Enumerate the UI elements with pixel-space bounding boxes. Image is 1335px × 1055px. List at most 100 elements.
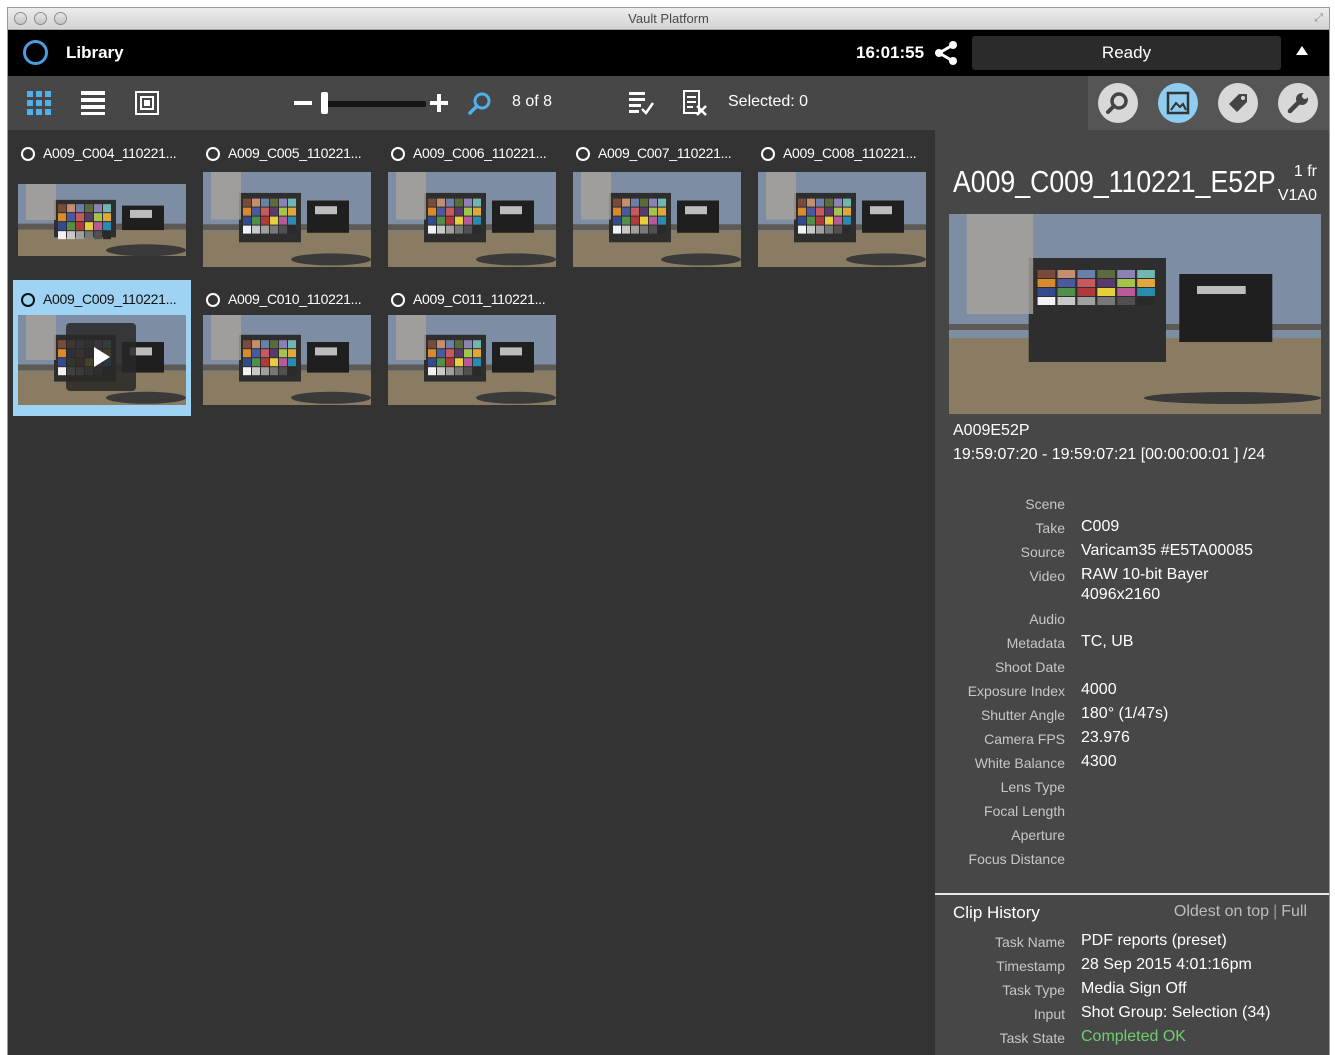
clip-tile[interactable]: A009_C008_110221... [753, 134, 931, 270]
clip-thumbnail[interactable] [388, 172, 556, 267]
search-icon[interactable] [468, 91, 492, 115]
clip-history-title: Clip History [953, 903, 1040, 922]
grid-view-icon[interactable] [27, 91, 51, 115]
history-mode-toggle[interactable]: Full [1281, 903, 1307, 920]
history-value: Completed OK [1081, 1028, 1186, 1045]
clip-thumbnail[interactable] [758, 172, 926, 267]
clip-tile[interactable]: A009_C007_110221... [568, 134, 746, 270]
metadata-value-text: RAW 10-bit Bayer [1081, 566, 1209, 583]
clip-grid: A009_C004_110221... A009_C005_110221... A0… [8, 130, 935, 1055]
metadata-row: Take C009 [935, 516, 1329, 540]
clip-preview[interactable] [949, 214, 1321, 414]
metadata-row: Shutter Angle 180° (1/47s) [935, 703, 1329, 727]
history-list: Task Name PDF reports (preset) Timestamp 28… [935, 930, 1329, 1050]
inspector-view-button[interactable] [1158, 83, 1198, 123]
frame-count: 1 fr [1293, 163, 1317, 180]
detail-view-icon[interactable] [135, 91, 159, 115]
clip-name: A009_C008_110221... [783, 145, 917, 161]
clip-thumbnail[interactable] [18, 184, 186, 256]
wrench-icon [1287, 93, 1308, 114]
metadata-row: Aperture [935, 823, 1329, 847]
metadata-value: 4300 [1081, 752, 1117, 772]
clip-tile[interactable]: A009_C006_110221... [383, 134, 561, 270]
history-row: Task Type Media Sign Off [935, 978, 1329, 1002]
metadata-key: Exposure Index [967, 683, 1065, 699]
metadata-value-text: 180° (1/47s) [1081, 705, 1169, 722]
clip-select-radio[interactable] [206, 147, 220, 161]
inspect-search-button[interactable] [1098, 83, 1138, 123]
clip-inspector: A009_C009_110221_E52P 1 fr V1A0 A009E52P… [935, 130, 1329, 1055]
metadata-value-text: Varicam35 #E5TA00085 [1081, 542, 1253, 559]
metadata-list: Scene Take C009 Source Varicam35 #E5TA00085 V… [935, 492, 1329, 871]
clip-select-radio[interactable] [576, 147, 590, 161]
share-icon[interactable] [933, 40, 959, 66]
fullscreen-icon[interactable]: ⤢ [1314, 12, 1323, 25]
metadata-row: Video RAW 10-bit Bayer 4096x2160 [935, 564, 1329, 607]
clip-name: A009_C009_110221... [43, 291, 177, 307]
zoom-slider-track[interactable] [326, 101, 426, 107]
tags-button[interactable] [1218, 83, 1258, 123]
metadata-key: Video [1029, 568, 1065, 584]
clip-thumbnail[interactable] [203, 172, 371, 267]
clip-name: A009_C010_110221... [228, 291, 362, 307]
clip-tile[interactable]: A009_C010_110221... [198, 280, 376, 416]
metadata-value: C009 [1081, 517, 1119, 537]
expand-up-icon[interactable] [1296, 46, 1308, 55]
panel-switcher [1088, 76, 1329, 130]
metadata-row: Shoot Date [935, 655, 1329, 679]
metadata-row: Lens Type [935, 775, 1329, 799]
metadata-key: Lens Type [1000, 779, 1065, 795]
history-key: Timestamp [996, 958, 1065, 974]
clip-select-radio[interactable] [761, 147, 775, 161]
status-indicator[interactable]: Ready [972, 36, 1281, 70]
app-window: Vault Platform ⤢ Library 16:01:55 Ready [7, 7, 1330, 1055]
clip-select-radio[interactable] [391, 147, 405, 161]
zoom-in-icon[interactable] [430, 94, 448, 112]
history-order-toggle[interactable]: Oldest on top [1174, 903, 1269, 920]
select-all-icon[interactable] [628, 90, 654, 116]
metadata-row: White Balance 4300 [935, 751, 1329, 775]
zoom-slider-handle[interactable] [321, 92, 328, 114]
clip-thumbnail[interactable] [203, 315, 371, 405]
clock: 16:01:55 [856, 43, 925, 62]
zoom-out-icon[interactable] [294, 101, 312, 106]
metadata-row: Scene [935, 492, 1329, 516]
metadata-row: Metadata TC, UB [935, 631, 1329, 655]
metadata-value: 4000 [1081, 680, 1117, 700]
selected-count: Selected: 0 [728, 93, 809, 110]
clip-tile[interactable]: A009_C004_110221... [13, 134, 191, 270]
clip-thumbnail[interactable] [18, 315, 186, 405]
clip-frame-info: 1 fr V1A0 [1278, 160, 1317, 208]
clip-select-radio[interactable] [391, 293, 405, 307]
play-button[interactable] [66, 323, 136, 391]
clip-name: A009_C004_110221... [43, 145, 177, 161]
title-bar: Vault Platform ⤢ [8, 8, 1329, 30]
history-key: Task Name [994, 934, 1065, 950]
history-key: Task Type [1002, 982, 1065, 998]
clip-thumbnail[interactable] [388, 315, 556, 405]
clip-tile[interactable]: A009_C011_110221... [383, 280, 561, 416]
clip-tile[interactable]: A009_C005_110221... [198, 134, 376, 270]
clip-select-radio[interactable] [21, 293, 35, 307]
clip-tile[interactable]: A009_C009_110221... [13, 280, 191, 416]
magnifier-icon [1106, 92, 1128, 114]
metadata-key: Focal Length [984, 803, 1065, 819]
metadata-value: 180° (1/47s) [1081, 704, 1168, 724]
metadata-key: Source [1020, 544, 1065, 560]
section-title[interactable]: Library [66, 43, 124, 63]
metadata-row: Exposure Index 4000 [935, 679, 1329, 703]
deselect-all-icon[interactable] [682, 90, 708, 116]
metadata-value-text: 23.976 [1081, 729, 1130, 746]
clip-select-radio[interactable] [206, 293, 220, 307]
clip-name: A009_C005_110221... [228, 145, 362, 161]
toolbar: 8 of 8 Selected: 0 [8, 76, 1329, 130]
clip-select-radio[interactable] [21, 147, 35, 161]
settings-button[interactable] [1278, 83, 1318, 123]
history-value: PDF reports (preset) [1081, 932, 1227, 949]
metadata-value-text: C009 [1081, 518, 1120, 535]
clip-thumbnail[interactable] [573, 172, 741, 267]
list-view-icon[interactable] [81, 91, 105, 115]
metadata-value-text: TC, UB [1081, 633, 1134, 650]
reel-name: A009E52P [953, 422, 1030, 439]
metadata-value: TC, UB [1081, 632, 1133, 652]
